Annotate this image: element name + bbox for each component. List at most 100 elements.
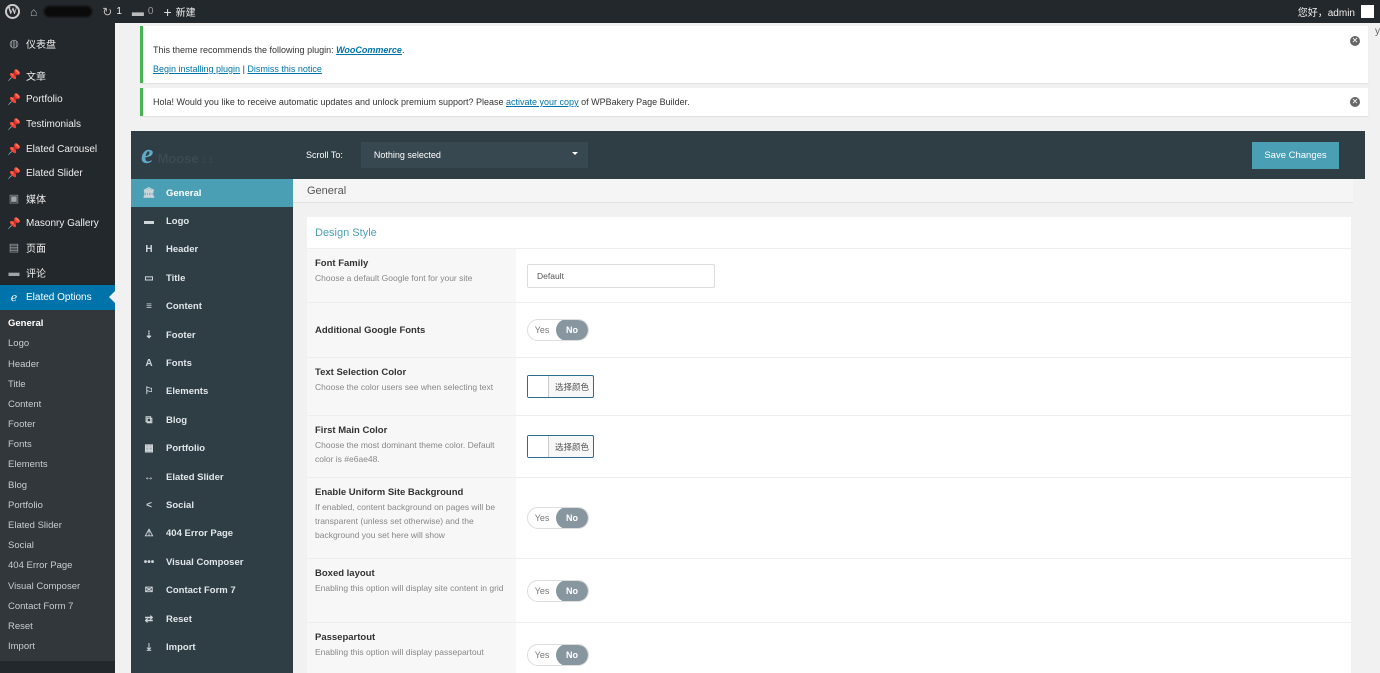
options-nav-item[interactable]: 🏛 General — [131, 179, 293, 208]
dismiss-notice-link[interactable]: Dismiss this notice — [247, 64, 322, 74]
avatar[interactable] — [1361, 5, 1374, 18]
options-nav-item[interactable]: ⚠ 404 Error Page — [131, 520, 293, 548]
additional-fonts-toggle[interactable]: Yes No — [527, 319, 589, 341]
submenu-item[interactable]: Portfolio — [0, 495, 115, 515]
comments-button[interactable]: ▬ 0 — [127, 0, 159, 23]
submenu-item[interactable]: Footer — [0, 415, 115, 435]
toggle-no[interactable]: No — [556, 320, 588, 340]
admin-menu-item[interactable]: 📌 Elated Slider — [0, 161, 115, 186]
activate-copy-link[interactable]: activate your copy — [506, 97, 579, 107]
admin-menu-item[interactable]: ℯ Elated Options — [0, 284, 115, 310]
toggle-no[interactable]: No — [556, 508, 588, 528]
first-main-color-picker[interactable]: 选择颜色 — [527, 435, 594, 458]
options-nav-item[interactable]: ▭ Title — [131, 264, 293, 292]
option-control: 选择颜色 — [516, 358, 1351, 415]
options-header: e Moose 1.3 Scroll To: Nothing selected … — [131, 131, 1365, 179]
options-nav-item[interactable]: ↔ Elated Slider — [131, 463, 293, 491]
options-nav-item[interactable]: ▦ Portfolio — [131, 435, 293, 463]
elated-icon: ℯ — [10, 291, 18, 304]
updates-count: 1 — [116, 6, 122, 17]
toggle-no[interactable]: No — [556, 580, 588, 601]
submenu-item[interactable]: Social — [0, 536, 115, 556]
submenu-item[interactable]: Logo — [0, 334, 115, 354]
new-content-button[interactable]: + 新建 — [158, 0, 200, 23]
options-nav-label: Social — [166, 499, 194, 511]
boxed-layout-toggle[interactable]: Yes No — [527, 579, 589, 602]
wordpress-logo-button[interactable]: W — [0, 0, 25, 23]
option-description: If enabled, content background on pages … — [315, 502, 496, 540]
footer-icon: ⇣ — [144, 329, 154, 341]
admin-menu-item[interactable]: 📌 Testimonials — [0, 112, 115, 137]
comment-icon: ▬ — [8, 266, 20, 279]
toggle-yes[interactable]: Yes — [528, 513, 556, 523]
woocommerce-link[interactable]: WooCommerce — [336, 45, 402, 55]
admin-menu-item[interactable]: 📌 Masonry Gallery — [0, 211, 115, 236]
color-swatch — [528, 436, 549, 457]
option-control: Yes No — [516, 559, 1351, 622]
options-nav-item[interactable]: ▬ Logo — [131, 207, 293, 235]
submenu-item[interactable]: Blog — [0, 475, 115, 495]
admin-menu-label: Elated Carousel — [26, 143, 98, 155]
passepartout-row: Passepartout Enabling this option will d… — [307, 623, 1351, 673]
wpbakery-message: Hola! Would you like to receive automati… — [153, 97, 507, 107]
submenu-item[interactable]: 404 Error Page — [0, 556, 115, 576]
submenu-item[interactable]: Elated Slider — [0, 515, 115, 535]
toggle-yes[interactable]: Yes — [528, 650, 556, 660]
admin-menu-item[interactable]: 📌 文章 — [0, 63, 115, 88]
options-nav-item[interactable]: A Fonts — [131, 349, 293, 377]
submenu-item[interactable]: Import — [0, 637, 115, 657]
scroll-to-select[interactable]: Nothing selected — [360, 142, 588, 168]
content-icon: ≡ — [146, 301, 152, 313]
options-nav-item[interactable]: ••• Visual Composer — [131, 548, 293, 576]
toggle-yes[interactable]: Yes — [528, 325, 556, 335]
option-label: Additional Google Fonts — [307, 303, 516, 357]
options-nav-item[interactable]: ≡ Content — [131, 293, 293, 321]
admin-menu-item[interactable]: ▣ 媒体 — [0, 186, 115, 211]
toggle-yes[interactable]: Yes — [528, 586, 556, 596]
font-family-input[interactable]: Default — [527, 263, 715, 288]
submenu-item[interactable]: Header — [0, 354, 115, 374]
admin-menu-item[interactable]: ▤ 页面 — [0, 236, 115, 261]
submenu-item[interactable]: Title — [0, 374, 115, 394]
options-nav-item[interactable]: H Header — [131, 236, 293, 264]
options-nav-item[interactable]: ⇣ Footer — [131, 321, 293, 349]
color-swatch — [528, 376, 549, 397]
submenu-item[interactable]: Content — [0, 394, 115, 414]
text-selection-color-picker[interactable]: 选择颜色 — [527, 375, 594, 398]
submenu-item[interactable]: General — [0, 314, 115, 334]
comments-count: 0 — [147, 6, 154, 17]
begin-installing-link[interactable]: Begin installing plugin — [153, 64, 240, 74]
options-nav-label: Visual Composer — [166, 556, 244, 568]
passepartout-toggle[interactable]: Yes No — [527, 644, 589, 666]
uniform-background-toggle[interactable]: Yes No — [527, 507, 589, 529]
updates-button[interactable]: ↻ 1 — [97, 0, 127, 23]
options-nav-item[interactable]: ⇄ Reset — [131, 605, 293, 633]
submenu-item[interactable]: Fonts — [0, 435, 115, 455]
admin-menu-item[interactable]: ▬ 评论 — [0, 260, 115, 285]
greeting-account-link[interactable]: 您好，admin — [1298, 4, 1355, 19]
options-nav-item[interactable]: ✉ Contact Form 7 — [131, 576, 293, 604]
admin-menu-item[interactable]: 📌 Elated Carousel — [0, 137, 115, 162]
plus-icon: + — [163, 3, 172, 20]
admin-menu-item[interactable]: 📌 Portfolio — [0, 87, 115, 112]
close-icon[interactable]: ✕ — [1350, 36, 1360, 46]
pin-icon: 📌 — [7, 143, 21, 156]
additional-fonts-row: Additional Google Fonts Yes No — [307, 303, 1351, 358]
submenu-item[interactable]: Reset — [0, 616, 115, 636]
close-icon[interactable]: ✕ — [1350, 97, 1360, 107]
options-nav-item[interactable]: ⚐ Elements — [131, 378, 293, 406]
option-label: First Main Color Choose the most dominan… — [307, 416, 516, 477]
save-changes-button[interactable]: Save Changes — [1252, 142, 1339, 169]
submenu-item[interactable]: Contact Form 7 — [0, 596, 115, 616]
options-nav-item[interactable]: ⤓ Import — [131, 633, 293, 661]
flag-icon: ⚐ — [144, 386, 154, 398]
site-name-button[interactable]: ⌂ — [25, 0, 97, 23]
blog-icon: ⧉ — [145, 414, 153, 426]
plugin-notice: This theme recommends the following plug… — [140, 26, 1368, 83]
toggle-no[interactable]: No — [556, 645, 588, 665]
submenu-item[interactable]: Elements — [0, 455, 115, 475]
submenu-item[interactable]: Visual Composer — [0, 576, 115, 596]
admin-menu-item[interactable]: ◍ 仪表盘 — [0, 31, 115, 56]
options-nav-item[interactable]: < Social — [131, 491, 293, 519]
options-nav-item[interactable]: ⧉ Blog — [131, 406, 293, 434]
